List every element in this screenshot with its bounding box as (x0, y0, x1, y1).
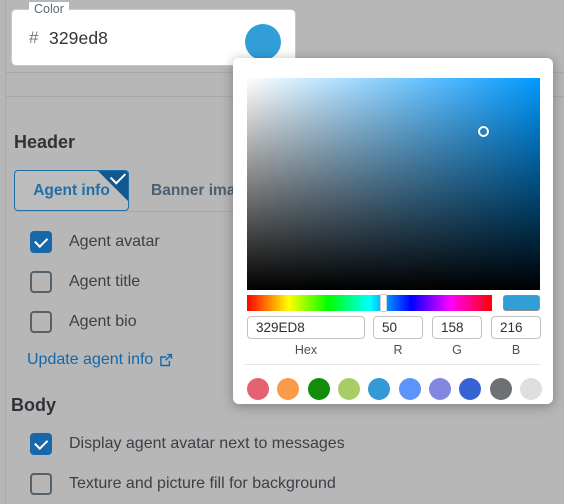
preset-swatch[interactable] (519, 378, 542, 400)
preset-swatch[interactable] (337, 378, 360, 400)
tab-banner-image-label: Banner ima (151, 181, 236, 199)
preset-swatch[interactable] (489, 378, 512, 400)
color-field-label: Color (29, 2, 69, 17)
red-input-caption: R (393, 343, 403, 357)
checkbox-agent-bio[interactable]: Agent bio (30, 309, 137, 335)
green-input[interactable]: 158 (432, 316, 482, 339)
color-picker-popup[interactable]: 329ED8 50 158 216 Hex R G B (233, 58, 553, 404)
preset-swatch[interactable] (398, 378, 421, 400)
header-section-title: Header (14, 132, 76, 152)
checkbox-label: Agent avatar (69, 233, 160, 250)
checkbox-agent-avatar[interactable]: Agent avatar (30, 229, 160, 255)
checkbox-label: Agent title (69, 273, 141, 290)
checkbox-texture-fill[interactable]: Texture and picture fill for background (30, 471, 336, 497)
body-section-title: Body (11, 395, 56, 415)
color-preview-swatch (503, 295, 540, 311)
blue-input[interactable]: 216 (491, 316, 541, 339)
saturation-value-area[interactable] (247, 78, 540, 290)
hex-input-caption: Hex (294, 343, 318, 357)
presets-divider (245, 364, 541, 365)
checkbox-display-agent-avatar[interactable]: Display agent avatar next to messages (30, 431, 345, 457)
hash-prefix: # (29, 28, 39, 47)
checkbox-box[interactable] (30, 473, 52, 495)
checkbox-box[interactable] (30, 231, 52, 253)
green-input-caption: G (452, 343, 462, 357)
settings-page: Color # 329ed8 Header Agent info Banner … (0, 0, 564, 504)
checkbox-box[interactable] (30, 271, 52, 293)
column-divider (5, 0, 6, 504)
tab-agent-info[interactable]: Agent info (14, 170, 129, 211)
external-link-icon (159, 353, 173, 367)
preset-swatch[interactable] (428, 378, 451, 400)
color-value-inputs: 329ED8 50 158 216 Hex R G B (247, 316, 541, 358)
checkbox-label: Agent bio (69, 313, 137, 330)
red-input[interactable]: 50 (373, 316, 423, 339)
preset-swatch[interactable] (368, 378, 391, 400)
checkbox-agent-title[interactable]: Agent title (30, 269, 140, 295)
hue-slider[interactable] (247, 294, 492, 312)
hex-input[interactable]: 329ED8 (247, 316, 365, 339)
checkbox-box[interactable] (30, 433, 52, 455)
update-agent-info-label: Update agent info (27, 351, 154, 368)
checkbox-box[interactable] (30, 311, 52, 333)
color-hex-value[interactable]: 329ed8 (49, 25, 108, 51)
color-preview-circle[interactable] (245, 24, 281, 60)
checkbox-label: Texture and picture fill for background (69, 475, 336, 492)
saturation-value-cursor[interactable] (478, 126, 489, 137)
preset-swatch[interactable] (247, 378, 269, 400)
preset-swatch[interactable] (277, 378, 300, 400)
checkbox-label: Display agent avatar next to messages (69, 435, 345, 452)
hue-slider-row (247, 294, 540, 312)
update-agent-info-link[interactable]: Update agent info (27, 349, 173, 371)
preset-swatch[interactable] (307, 378, 330, 400)
preset-swatch[interactable] (459, 378, 482, 400)
preset-swatches (247, 376, 542, 402)
hue-slider-thumb[interactable] (380, 294, 387, 312)
blue-input-caption: B (511, 343, 521, 357)
